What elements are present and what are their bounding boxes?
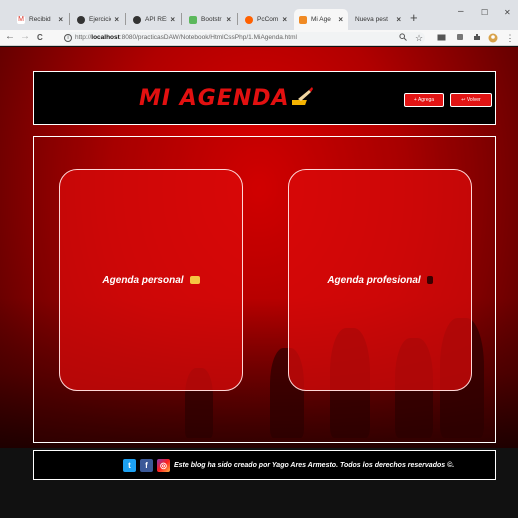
tab-pccomponentes[interactable]: PcCom × bbox=[240, 9, 292, 30]
github-icon bbox=[77, 15, 85, 24]
info-icon[interactable]: i bbox=[64, 34, 72, 42]
tab-divider bbox=[237, 13, 238, 25]
bootstrap-icon bbox=[189, 15, 197, 24]
page-title: MI AGENDA bbox=[139, 86, 290, 111]
tab-close-icon[interactable]: × bbox=[226, 15, 231, 24]
search-icon[interactable] bbox=[398, 33, 408, 43]
telephone-emoji-icon bbox=[426, 276, 433, 284]
tab-divider bbox=[181, 13, 182, 25]
tab-api-rest[interactable]: API RES × bbox=[128, 9, 180, 30]
puzzle-icon[interactable] bbox=[472, 33, 482, 43]
page-background: MI AGENDA + Agrega ↩ Volver Agenda perso… bbox=[0, 47, 518, 518]
card-label: Agenda profesional bbox=[327, 274, 421, 286]
tab-gmail[interactable]: M Recibid × bbox=[12, 9, 68, 30]
back-button[interactable]: ↩ Volver bbox=[450, 93, 492, 107]
tab-close-icon[interactable]: × bbox=[396, 15, 401, 24]
instagram-icon[interactable]: ◎ bbox=[157, 459, 170, 472]
cast-icon[interactable] bbox=[436, 33, 446, 43]
tab-label: API RES bbox=[145, 16, 167, 23]
profile-avatar-icon[interactable] bbox=[488, 33, 498, 43]
tab-close-icon[interactable]: × bbox=[170, 15, 175, 24]
new-tab-button[interactable]: + bbox=[410, 10, 418, 25]
url-path: :8080/practicasDAW/Notebook/HtmlCssPhp/1… bbox=[119, 34, 297, 41]
tab-ejercicio[interactable]: Ejercicio × bbox=[72, 9, 124, 30]
tab-close-icon[interactable]: × bbox=[338, 15, 343, 24]
browser-toolbar: ← → C http://localhost:8080/practicasDAW… bbox=[0, 30, 518, 46]
address-bar[interactable]: http://localhost:8080/practicasDAW/Noteb… bbox=[65, 32, 425, 44]
tab-label: Ejercicio bbox=[89, 16, 112, 23]
github-icon bbox=[133, 15, 141, 24]
writing-hand-icon bbox=[292, 87, 313, 105]
back-icon[interactable]: ← bbox=[5, 31, 15, 42]
add-button[interactable]: + Agrega bbox=[404, 93, 444, 107]
agenda-icon bbox=[299, 15, 307, 24]
reload-icon[interactable]: C bbox=[37, 33, 43, 42]
url-host: localhost bbox=[91, 34, 120, 41]
tab-label: PcCom bbox=[257, 16, 279, 23]
tab-close-icon[interactable]: × bbox=[114, 15, 119, 24]
tab-label: Nueva pest bbox=[355, 16, 388, 23]
notebook-emoji-icon bbox=[189, 276, 200, 284]
minimize-icon[interactable]: – bbox=[458, 6, 464, 17]
bookmark-star-icon[interactable]: ☆ bbox=[414, 33, 424, 43]
tab-label: Bootstr bbox=[201, 16, 222, 23]
tab-label: Mi Age bbox=[311, 16, 331, 23]
url-prefix: http:// bbox=[75, 34, 92, 41]
site-header: MI AGENDA + Agrega ↩ Volver bbox=[33, 71, 496, 125]
tab-divider bbox=[69, 13, 70, 25]
tab-divider bbox=[125, 13, 126, 25]
pccomponentes-icon bbox=[245, 15, 253, 24]
browser-menu-icon[interactable]: ⋮ bbox=[505, 33, 515, 43]
forward-icon[interactable]: → bbox=[20, 31, 30, 42]
site-footer: t f ◎ Este blog ha sido creado por Yago … bbox=[33, 450, 496, 480]
browser-tab-bar: M Recibid × Ejercicio × API RES × Bootst… bbox=[0, 0, 518, 30]
twitter-icon[interactable]: t bbox=[123, 459, 136, 472]
gmail-icon: M bbox=[17, 15, 25, 24]
personal-agenda-card[interactable]: Agenda personal bbox=[59, 169, 243, 391]
maximize-icon[interactable]: ☐ bbox=[481, 8, 488, 17]
main-section: Agenda personal Agenda profesional bbox=[33, 136, 496, 443]
close-window-icon[interactable]: ✕ bbox=[504, 8, 511, 17]
card-label: Agenda personal bbox=[102, 274, 184, 286]
copyright-text: Este blog ha sido creado por Yago Ares A… bbox=[174, 462, 455, 469]
tab-new[interactable]: Nueva pest × bbox=[350, 9, 406, 30]
tab-close-icon[interactable]: × bbox=[58, 15, 63, 24]
facebook-icon[interactable]: f bbox=[140, 459, 153, 472]
tab-close-icon[interactable]: × bbox=[282, 15, 287, 24]
professional-agenda-card[interactable]: Agenda profesional bbox=[288, 169, 472, 391]
extension-icon[interactable] bbox=[455, 33, 465, 43]
tab-label: Recibid bbox=[29, 16, 51, 23]
tab-bootstrap[interactable]: Bootstr × bbox=[184, 9, 236, 30]
tab-mi-agenda[interactable]: Mi Age × bbox=[294, 9, 348, 30]
